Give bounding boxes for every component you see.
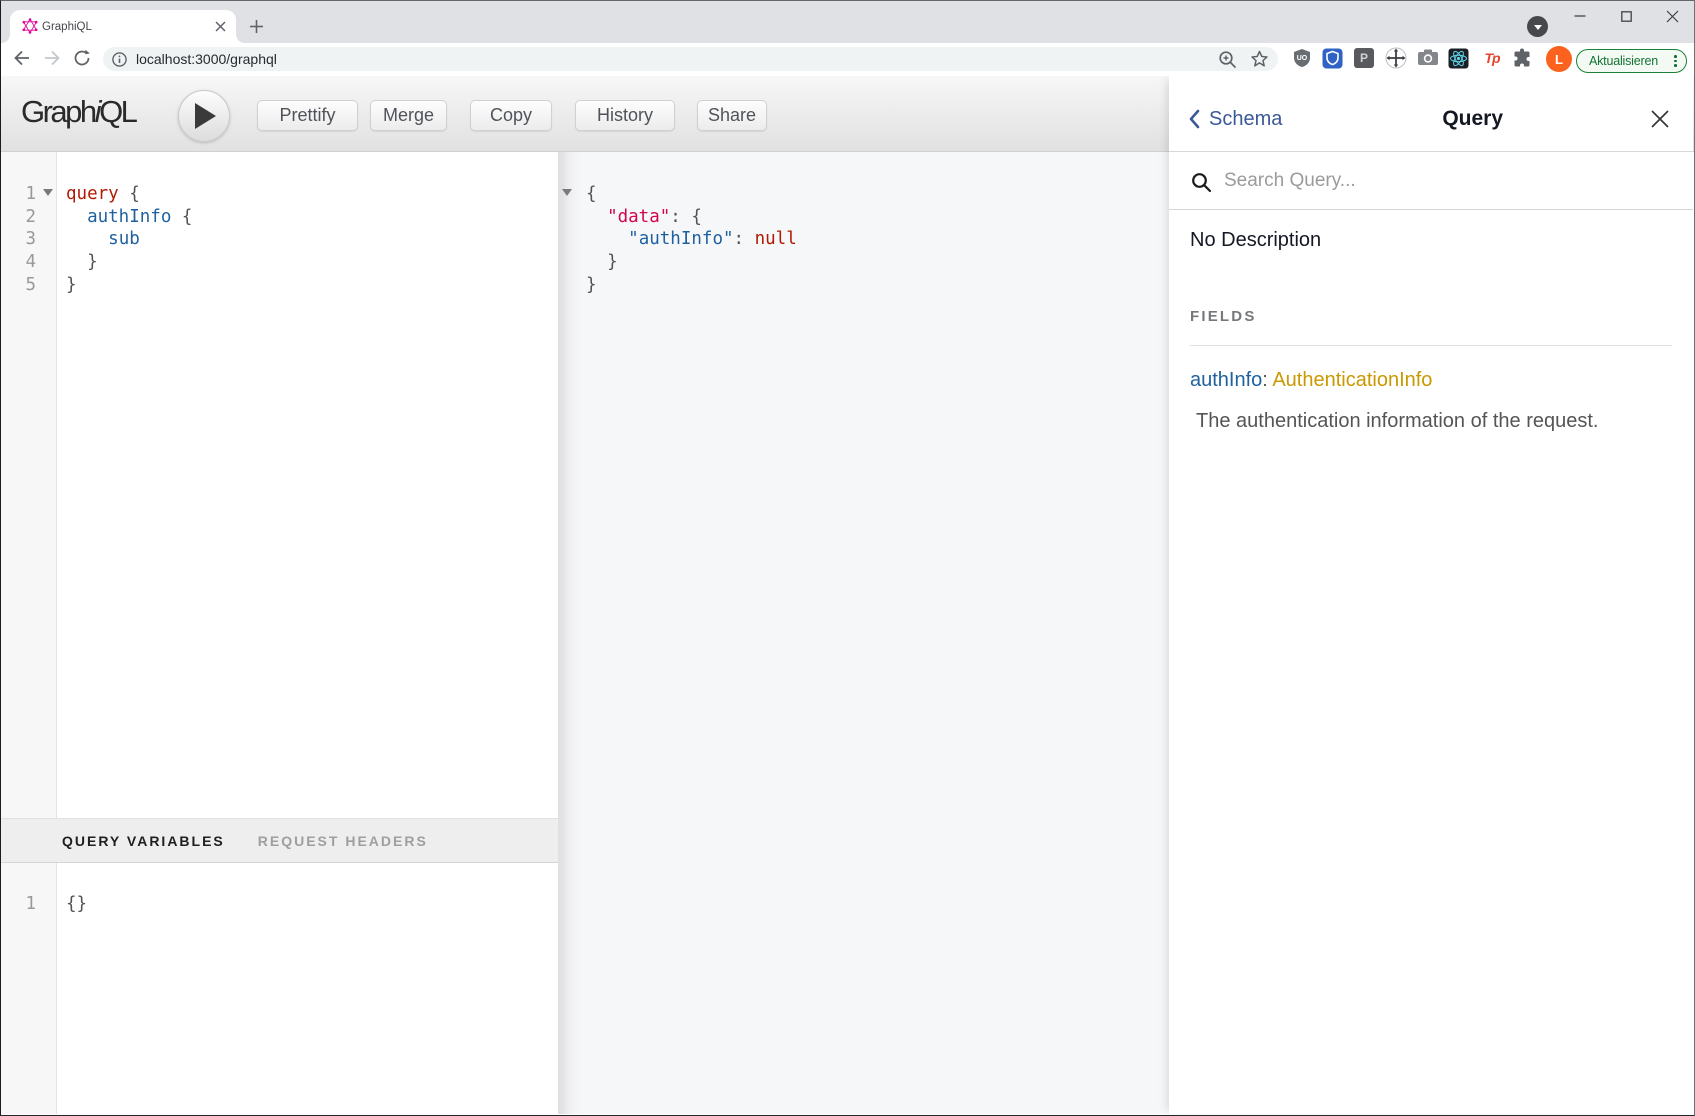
photo-extension-icon[interactable]: P <box>1353 47 1375 69</box>
browser-navbar: localhost:3000/graphql UO P Tp L Aktuali… <box>0 43 1695 76</box>
graphiql-logo: GraphiQL <box>21 96 135 128</box>
bookmark-star-icon[interactable] <box>1250 50 1269 69</box>
window-close-button[interactable] <box>1657 8 1687 24</box>
ublock-extension-icon[interactable]: UO <box>1291 47 1313 69</box>
code-line: {} <box>66 893 87 916</box>
forward-icon[interactable] <box>41 47 63 69</box>
extensions-puzzle-icon[interactable] <box>1512 47 1534 69</box>
field-name-link[interactable]: authInfo <box>1190 369 1262 391</box>
line-number: 5 <box>1 274 36 297</box>
search-icon <box>1191 172 1212 193</box>
browser-tab-strip: GraphiQL <box>0 0 1695 43</box>
line-number: 2 <box>1 206 36 229</box>
variables-editor[interactable]: {} <box>66 893 87 916</box>
camera-extension-icon[interactable] <box>1417 47 1439 69</box>
code-line: query { <box>66 183 192 206</box>
field-row: authInfo: AuthenticationInfo <box>1190 368 1432 392</box>
info-icon[interactable] <box>112 52 127 67</box>
toolbar-button-copy[interactable]: Copy <box>470 100 552 131</box>
toolbar-button-prettify[interactable]: Prettify <box>257 100 358 131</box>
browser-update-button[interactable]: Aktualisieren <box>1576 49 1687 73</box>
result-viewer: { "data": { "authInfo": null }} <box>586 183 797 296</box>
doc-explorer-title-bar: Schema Query <box>1169 76 1693 152</box>
line-number: 1 <box>1 183 36 206</box>
line-number: 3 <box>1 228 36 251</box>
doc-explorer-title: Query <box>1289 107 1656 131</box>
code-line: } <box>586 251 797 274</box>
doc-search-box <box>1169 152 1693 210</box>
fields-heading: FIELDS <box>1190 308 1257 326</box>
react-devtools-extension-icon[interactable] <box>1447 47 1469 69</box>
tampermonkey-extension-icon[interactable]: Tp <box>1481 47 1503 69</box>
toolbar-button-share[interactable]: Share <box>697 100 767 131</box>
query-editor[interactable]: query { authInfo { sub }} <box>66 183 192 296</box>
variables-line-numbers: 1 <box>1 893 36 916</box>
code-line: } <box>66 251 192 274</box>
doc-back-label: Schema <box>1209 108 1282 131</box>
code-line: "data": { <box>586 206 797 229</box>
tab-close-icon[interactable] <box>210 16 230 36</box>
type-description: No Description <box>1190 228 1321 252</box>
toolbar-button-merge[interactable]: Merge <box>370 100 447 131</box>
variables-tab-request-headers[interactable]: REQUEST HEADERS <box>258 833 428 849</box>
doc-back-link[interactable]: Schema <box>1189 108 1282 131</box>
window-maximize-button[interactable] <box>1611 8 1641 24</box>
avatar[interactable]: L <box>1546 46 1572 72</box>
window-minimize-button[interactable] <box>1565 8 1595 24</box>
query-line-numbers: 12345 <box>1 183 36 296</box>
line-number: 4 <box>1 251 36 274</box>
code-line: sub <box>66 228 192 251</box>
address-bar[interactable]: localhost:3000/graphql <box>103 47 1278 71</box>
code-line: "authInfo": null <box>586 228 797 251</box>
variables-title-bar: QUERY VARIABLES REQUEST HEADERS <box>1 818 558 863</box>
browser-tab[interactable]: GraphiQL <box>10 10 236 43</box>
zoom-icon[interactable] <box>1218 50 1237 69</box>
field-description: The authentication information of the re… <box>1196 409 1598 433</box>
graphql-favicon <box>22 18 38 34</box>
url-text: localhost:3000/graphql <box>136 51 277 67</box>
bitwarden-extension-icon[interactable] <box>1321 47 1343 69</box>
toolbar-buttons: Prettify Merge Copy History Share <box>257 100 767 131</box>
doc-explorer-content: No Description FIELDS authInfo: Authenti… <box>1169 210 1693 1114</box>
toolbar-button-history[interactable]: History <box>575 100 675 131</box>
line-number: 1 <box>1 893 36 916</box>
crosshair-extension-icon[interactable] <box>1385 47 1407 69</box>
variables-tab-query-variables[interactable]: QUERY VARIABLES <box>62 833 225 849</box>
chevron-left-icon <box>1189 109 1200 129</box>
fold-arrow-icon[interactable] <box>43 189 53 196</box>
new-tab-button[interactable] <box>246 16 266 36</box>
code-line: { <box>586 183 797 206</box>
browser-menu-icon[interactable] <box>1674 55 1677 67</box>
tab-title: GraphiQL <box>42 19 92 35</box>
doc-search-input[interactable] <box>1224 170 1554 192</box>
play-icon <box>195 103 216 129</box>
doc-explorer-panel: Schema Query No Description FIELDS authI… <box>1169 76 1693 1114</box>
field-type-link[interactable]: AuthenticationInfo <box>1272 369 1432 391</box>
fields-divider <box>1190 345 1672 346</box>
code-line: } <box>586 274 797 297</box>
update-button-label: Aktualisieren <box>1589 54 1658 68</box>
result-fold-arrow-icon[interactable] <box>562 189 572 196</box>
code-line: } <box>66 274 192 297</box>
code-line: authInfo { <box>66 206 192 229</box>
reload-icon[interactable] <box>71 47 93 69</box>
tab-search-button[interactable] <box>1527 16 1548 37</box>
chevron-down-icon <box>1534 25 1542 30</box>
back-icon[interactable] <box>11 47 33 69</box>
